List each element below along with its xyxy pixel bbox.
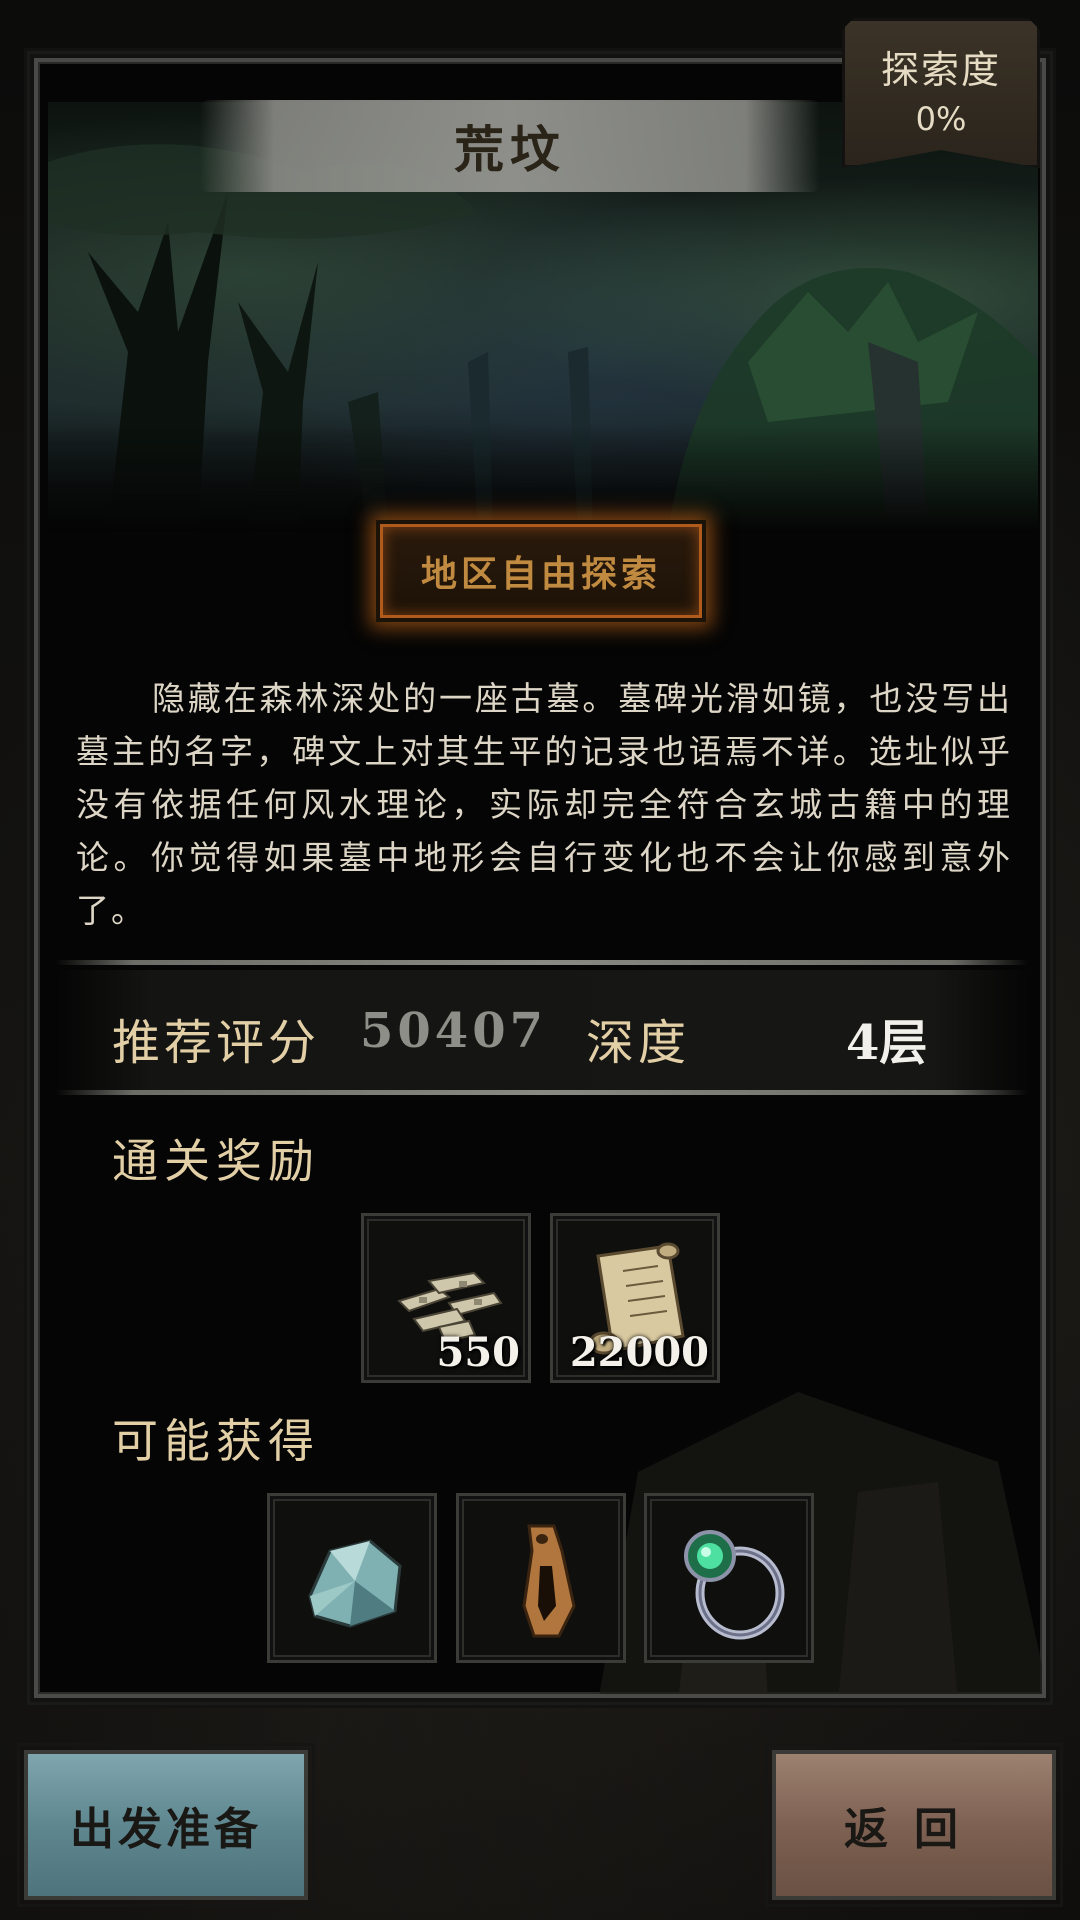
recommended-score-label: 推荐评分 — [112, 1015, 321, 1071]
exploration-label: 探索度 — [880, 48, 1001, 92]
reward-item[interactable]: 22000 — [550, 1213, 720, 1383]
drop-item[interactable] — [456, 1493, 626, 1663]
depth-label: 深度 — [586, 1015, 691, 1071]
back-button[interactable]: 返回 — [765, 1743, 1063, 1907]
possible-drops-heading: 可能获得 — [112, 1414, 320, 1468]
divider-bottom — [56, 1090, 1028, 1095]
ore-crystal-icon — [308, 1539, 402, 1628]
clear-rewards-heading: 通关奖励 — [112, 1134, 320, 1188]
recommended-score-value: 50407 — [360, 1003, 547, 1059]
bronze-talisman-icon — [522, 1524, 576, 1638]
free-explore-button[interactable]: 地区自由探索 — [376, 520, 706, 622]
jade-ring-icon — [684, 1530, 785, 1640]
exploration-badge: 探索度 0% — [842, 18, 1040, 168]
reward-quantity: 550 — [436, 1329, 521, 1376]
reward-item[interactable]: 550 — [361, 1213, 531, 1383]
drop-item[interactable] — [267, 1493, 437, 1663]
location-description: 隐藏在森林深处的一座古墓。墓碑光滑如镜，也没写出墓主的名字，碑文上对其生平的记录… — [76, 679, 1012, 930]
depth-value: 4层 — [846, 1015, 928, 1071]
exploration-value: 0% — [915, 100, 967, 138]
drop-item[interactable] — [644, 1493, 814, 1663]
location-title: 荒坟 — [454, 120, 566, 179]
divider-top — [56, 960, 1028, 965]
depart-prepare-button[interactable]: 出发准备 — [17, 1743, 315, 1907]
reward-quantity: 22000 — [569, 1329, 709, 1376]
